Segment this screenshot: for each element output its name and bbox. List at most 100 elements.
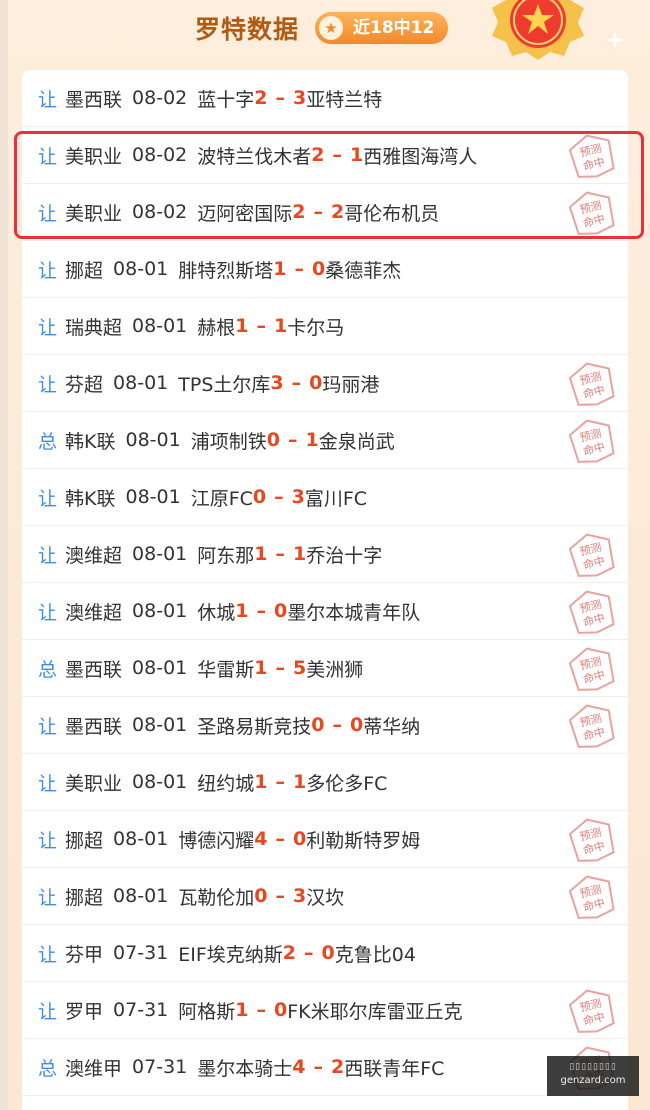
home-team: 纽约城 (197, 772, 255, 795)
score-separator: – (313, 201, 324, 223)
match-date: 07-31 (113, 999, 169, 1021)
away-score: 1 (293, 771, 307, 793)
home-team: EIF埃克纳斯 (178, 943, 283, 966)
away-score: 3 (293, 885, 307, 907)
page-title: 罗特数据 (195, 15, 300, 44)
match-date: 08-01 (125, 429, 181, 451)
match-date: 08-02 (132, 144, 188, 166)
home-team: 阿东那 (197, 544, 255, 567)
away-team: 玛丽港 (322, 373, 380, 396)
home-score: 1 (254, 543, 268, 565)
match-row[interactable]: 让墨西联 08-01 圣路易斯竞技 0–0 蒂华纳 预测 命中 (22, 697, 628, 754)
league-name: 挪超 (65, 259, 104, 282)
home-team: 阿格斯 (178, 1000, 236, 1023)
home-score: 4 (254, 828, 268, 850)
left-edge (0, 0, 8, 1110)
home-score: 1 (254, 657, 268, 679)
home-team: 迈阿密国际 (197, 202, 293, 225)
medal-icon (492, 0, 584, 60)
match-row[interactable]: 总韩K联 08-01 浦项制铁 0–1 金泉尚武 预测 命中 (22, 412, 628, 469)
match-row[interactable]: 让墨西联 08-02 蓝十字 2–3 亚特兰特 (22, 70, 628, 127)
match-date: 08-01 (113, 885, 169, 907)
match-row[interactable]: 让罗甲 07-31 阿格斯 1–0 FK米耶尔库雷亚丘克 预测 命中 (22, 982, 628, 1039)
league-name: 澳维超 (65, 601, 123, 624)
match-date: 08-02 (132, 201, 188, 223)
prediction-hit-stamp: 预测命中 (568, 419, 615, 463)
league-name: 美职业 (65, 202, 123, 225)
match-type-label: 让 (38, 943, 58, 966)
match-row[interactable]: 让芬甲 07-31 EIF埃克纳斯 2–0 克鲁比04 (22, 925, 628, 982)
home-team: 赫根 (197, 316, 236, 339)
away-score: 1 (274, 315, 288, 337)
match-row[interactable]: 让美职业 08-02 迈阿密国际 2–2 哥伦布机员 预测 命中 (22, 184, 628, 241)
match-list: 让墨西联 08-02 蓝十字 2–3 亚特兰特让美职业 08-02 波特兰伐木者 2–1 西雅图… (22, 70, 628, 1110)
score-separator: – (332, 714, 343, 736)
prediction-hit-stamp: 预测命中 (568, 989, 615, 1033)
score-separator: – (256, 600, 267, 622)
match-type-label: 让 (38, 202, 58, 225)
away-score: 2 (331, 1056, 345, 1078)
sparkle-icon (605, 30, 625, 50)
league-name: 美职业 (65, 145, 123, 168)
home-team: 博德闪耀 (178, 829, 255, 852)
match-date: 08-02 (132, 87, 188, 109)
record-badge-label: 近18中12 (353, 18, 435, 38)
away-score: 3 (291, 486, 305, 508)
home-team: 浦项制铁 (190, 430, 267, 453)
match-row[interactable]: 让韩K联 08-01 江原FC 0–3 富川FC (22, 469, 628, 526)
away-score: 0 (321, 942, 335, 964)
match-type-label: 让 (38, 88, 58, 111)
away-team: 克鲁比04 (334, 943, 416, 966)
away-team: 墨尔本城青年队 (287, 601, 421, 624)
home-score: 2 (282, 942, 297, 964)
away-team: 富川FC (304, 487, 368, 510)
home-score: 2 (292, 201, 306, 223)
league-name: 芬超 (65, 373, 104, 396)
match-type-label: 让 (38, 886, 58, 909)
match-row[interactable]: 让澳维超 08-01 休城 1–0 墨尔本城青年队 预测 命中 (22, 583, 628, 640)
match-date: 08-01 (132, 600, 188, 622)
home-team: TPS土尔库 (178, 373, 271, 396)
prediction-hit-stamp: 预测命中 (568, 134, 615, 178)
star-icon: ★ (319, 16, 343, 40)
prediction-hit-stamp: 预测命中 (568, 818, 615, 862)
match-type-label: 让 (38, 1000, 58, 1023)
away-score: 0 (309, 372, 323, 394)
match-row[interactable]: 让挪超 08-01 博德闪耀 4–0 利勒斯特罗姆 预测 命中 (22, 811, 628, 868)
home-score: 0 (254, 885, 268, 907)
away-score: 0 (274, 999, 288, 1021)
home-score: 4 (292, 1056, 306, 1078)
away-team: 多伦多FC (306, 772, 388, 795)
match-row[interactable]: 让芬超 08-01 TPS土尔库 3–0 玛丽港 预测 命中 (22, 355, 628, 412)
score-separator: – (275, 87, 286, 109)
match-date: 08-01 (132, 315, 188, 337)
match-row[interactable]: 让瑞典超 08-01 赫根 1–1 卡尔马 (22, 298, 628, 355)
match-row[interactable]: 让美职业 08-02 波特兰伐木者 2–1 西雅图海湾人 预测 命中 (22, 127, 628, 184)
score-separator: – (275, 828, 286, 850)
away-score: 1 (350, 144, 364, 166)
match-row[interactable]: 让美职业 08-01 纽约城 1–1 多伦多FC (22, 754, 628, 811)
prediction-hit-stamp: 预测命中 (568, 191, 615, 235)
score-separator: – (256, 315, 267, 337)
away-team: 金泉尚武 (318, 430, 395, 453)
home-score: 0 (252, 486, 267, 508)
home-score: 0 (266, 429, 280, 451)
home-team: 休城 (197, 601, 236, 624)
league-name: 韩K联 (65, 487, 116, 510)
match-date: 08-01 (132, 657, 188, 679)
home-team: 瓦勒伦加 (178, 886, 255, 909)
match-row[interactable]: 让挪超 08-01 瓦勒伦加 0–3 汉坎 预测 命中 (22, 868, 628, 925)
away-team: 乔治十字 (306, 544, 383, 567)
match-row[interactable]: 让挪超 08-01 腓特烈斯塔 1–0 桑德菲杰 (22, 241, 628, 298)
match-row[interactable]: 总墨西联 08-01 华雷斯 1–5 美洲狮 预测 命中 (22, 640, 628, 697)
home-team: 华雷斯 (197, 658, 255, 681)
match-row[interactable]: 让澳维超 08-01 阿东那 1–1 乔治十字 预测 命中 (22, 526, 628, 583)
away-score: 0 (274, 600, 288, 622)
score-separator: – (275, 657, 286, 679)
score-separator: – (294, 258, 305, 280)
away-team: 西雅图海湾人 (363, 145, 478, 168)
match-date: 08-01 (132, 771, 188, 793)
away-team: 美洲狮 (306, 658, 364, 681)
match-row[interactable]: 总澳维甲07-31墨尔本骑士4–2西联青年FC预测命中 (22, 1039, 628, 1096)
match-type-label: 让 (38, 772, 58, 795)
